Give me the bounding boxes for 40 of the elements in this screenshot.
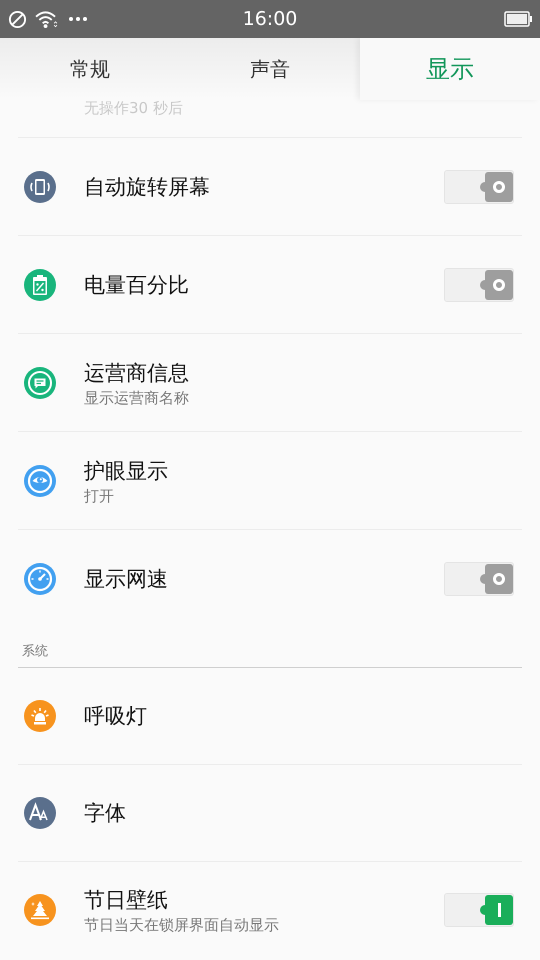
- settings-row[interactable]: 电量百分比: [18, 235, 522, 333]
- settings-row[interactable]: 呼吸灯: [18, 668, 522, 764]
- tab[interactable]: 声音: [180, 38, 360, 100]
- font-icon: [24, 797, 56, 829]
- message-icon: [24, 366, 56, 398]
- item-title: 运营商信息: [84, 360, 190, 386]
- toggle-switch[interactable]: [444, 170, 514, 204]
- tab[interactable]: 常规: [0, 38, 180, 100]
- settings-row[interactable]: 自动旋转屏幕: [18, 137, 522, 235]
- status-time: 16:00: [242, 6, 298, 32]
- item-title: 护眼显示: [84, 458, 169, 484]
- siren-light-icon: [24, 700, 56, 732]
- festival-tree-icon: [24, 894, 56, 926]
- toggle-switch[interactable]: [444, 268, 514, 302]
- speedometer-icon: [24, 562, 56, 594]
- item-subtitle: 节日当天在锁屏界面自动显示: [84, 915, 280, 935]
- battery-percent-icon: [24, 268, 56, 300]
- item-title: 自动旋转屏幕: [84, 174, 211, 200]
- item-title: 节日壁纸: [84, 887, 169, 914]
- eye-icon: [24, 464, 56, 496]
- phone-rotate-icon: [24, 170, 56, 202]
- settings-row[interactable]: 护眼显示 打开: [18, 431, 522, 529]
- section-header: 系统: [21, 642, 49, 660]
- item-title: 字体: [84, 800, 127, 827]
- tab[interactable]: 显示: [360, 38, 540, 100]
- settings-row[interactable]: 显示网速: [18, 529, 522, 627]
- item-title: 显示网速: [84, 566, 169, 592]
- no-disturb-icon: [8, 10, 27, 28]
- settings-row[interactable]: 字体: [18, 764, 522, 861]
- wifi-icon: [35, 10, 58, 28]
- toggle-switch[interactable]: [444, 562, 514, 596]
- item-title: 呼吸灯: [84, 703, 148, 730]
- item-subtitle: 显示运营商名称: [84, 388, 190, 408]
- battery-icon: [504, 11, 532, 27]
- toggle-switch[interactable]: [444, 893, 514, 927]
- settings-row[interactable]: 节日壁纸 节日当天在锁屏界面自动显示: [18, 861, 522, 958]
- item-subtitle: 打开: [84, 486, 115, 506]
- settings-row[interactable]: 运营商信息 显示运营商名称: [18, 333, 522, 431]
- item-title: 电量百分比: [84, 272, 190, 298]
- more-icon: [68, 16, 88, 22]
